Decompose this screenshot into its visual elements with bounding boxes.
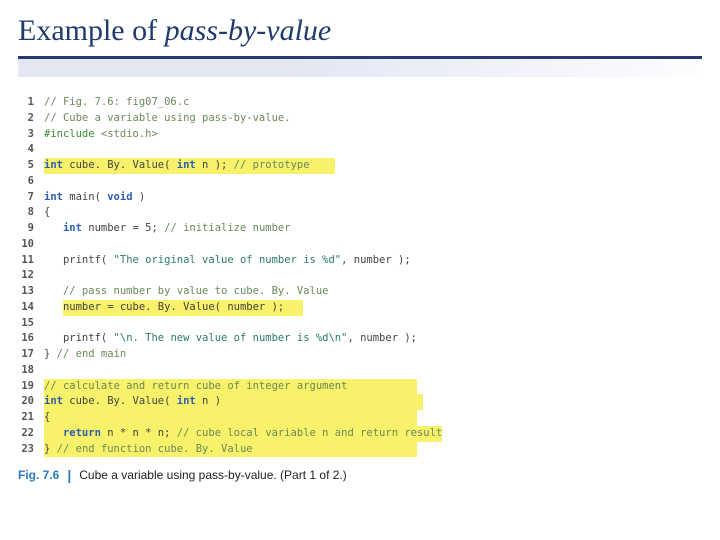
figure-label: Fig. 7.6: [18, 468, 59, 482]
caption-text: Cube a variable using pass-by-value. (Pa…: [79, 468, 346, 482]
line-number: 15: [18, 316, 44, 332]
line-number: 18: [18, 363, 44, 379]
line-number: 16: [18, 331, 44, 347]
line-number: 9: [18, 221, 44, 237]
highlight: int cube. By. Value( int n ); // prototy…: [44, 158, 335, 174]
highlight: number = cube. By. Value( number );: [63, 300, 303, 316]
line-number: 14: [18, 300, 44, 316]
code-line: 6: [18, 174, 702, 190]
line-number: 12: [18, 268, 44, 284]
code-line: 5int cube. By. Value( int n ); // protot…: [18, 158, 702, 174]
code-text: // pass number by value to cube. By. Val…: [44, 284, 328, 300]
highlight: {: [44, 410, 417, 426]
code-text: int cube. By. Value( int n ); // prototy…: [44, 158, 335, 174]
title-italic: pass-by-value: [165, 14, 332, 47]
code-line: 23} // end function cube. By. Value: [18, 442, 702, 458]
line-number: 2: [18, 111, 44, 127]
code-text: int main( void ): [44, 190, 145, 206]
code-line: 22 return n * n * n; // cube local varia…: [18, 426, 702, 442]
title-prefix: Example of: [18, 14, 165, 47]
code-line: 17} // end main: [18, 347, 702, 363]
code-line: 19// calculate and return cube of intege…: [18, 379, 702, 395]
line-number: 8: [18, 205, 44, 221]
code-text: return n * n * n; // cube local variable…: [44, 426, 442, 442]
code-line: 3#include <stdio.h>: [18, 127, 702, 143]
code-line: 1// Fig. 7.6: fig07_06.c: [18, 95, 702, 111]
code-text: printf( "\n. The new value of number is …: [44, 331, 417, 347]
line-number: 20: [18, 394, 44, 410]
highlight: return n * n * n; // cube local variable…: [44, 426, 442, 442]
line-number: 23: [18, 442, 44, 458]
code-text: int number = 5; // initialize number: [44, 221, 291, 237]
code-line: 14 number = cube. By. Value( number );: [18, 300, 702, 316]
line-number: 13: [18, 284, 44, 300]
code-text: int cube. By. Value( int n ): [44, 394, 423, 410]
code-text: {: [44, 410, 417, 426]
code-line: 18: [18, 363, 702, 379]
code-line: 21{: [18, 410, 702, 426]
code-listing: 1// Fig. 7.6: fig07_06.c2// Cube a varia…: [18, 95, 702, 457]
line-number: 1: [18, 95, 44, 111]
figure-caption: Fig. 7.6 | Cube a variable using pass-by…: [18, 467, 702, 483]
code-line: 10: [18, 237, 702, 253]
code-line: 9 int number = 5; // initialize number: [18, 221, 702, 237]
code-line: 7int main( void ): [18, 190, 702, 206]
line-number: 10: [18, 237, 44, 253]
code-text: number = cube. By. Value( number );: [44, 300, 303, 316]
line-number: 6: [18, 174, 44, 190]
code-text: // Fig. 7.6: fig07_06.c: [44, 95, 189, 111]
slide: Example of pass-by-value 1// Fig. 7.6: f…: [0, 0, 720, 540]
line-number: 5: [18, 158, 44, 174]
line-number: 22: [18, 426, 44, 442]
slide-title: Example of pass-by-value: [18, 14, 702, 48]
line-number: 7: [18, 190, 44, 206]
highlight: int cube. By. Value( int n ): [44, 394, 423, 410]
line-number: 17: [18, 347, 44, 363]
line-number: 21: [18, 410, 44, 426]
code-text: {: [44, 205, 50, 221]
code-text: // calculate and return cube of integer …: [44, 379, 417, 395]
code-line: 11 printf( "The original value of number…: [18, 253, 702, 269]
code-line: 8{: [18, 205, 702, 221]
line-number: 3: [18, 127, 44, 143]
highlight: // calculate and return cube of integer …: [44, 379, 417, 395]
line-number: 11: [18, 253, 44, 269]
caption-separator: |: [67, 467, 71, 483]
code-text: // Cube a variable using pass-by-value.: [44, 111, 291, 127]
code-text: printf( "The original value of number is…: [44, 253, 411, 269]
code-text: #include <stdio.h>: [44, 127, 158, 143]
title-gradient: [18, 59, 702, 77]
code-line: 15: [18, 316, 702, 332]
code-text: } // end main: [44, 347, 126, 363]
title-wrap: Example of pass-by-value: [0, 0, 720, 52]
line-number: 4: [18, 142, 44, 158]
line-number: 19: [18, 379, 44, 395]
highlight: } // end function cube. By. Value: [44, 442, 417, 458]
code-line: 16 printf( "\n. The new value of number …: [18, 331, 702, 347]
code-line: 20int cube. By. Value( int n ): [18, 394, 702, 410]
code-line: 4: [18, 142, 702, 158]
code-text: } // end function cube. By. Value: [44, 442, 417, 458]
code-line: 2// Cube a variable using pass-by-value.: [18, 111, 702, 127]
code-line: 13 // pass number by value to cube. By. …: [18, 284, 702, 300]
code-line: 12: [18, 268, 702, 284]
